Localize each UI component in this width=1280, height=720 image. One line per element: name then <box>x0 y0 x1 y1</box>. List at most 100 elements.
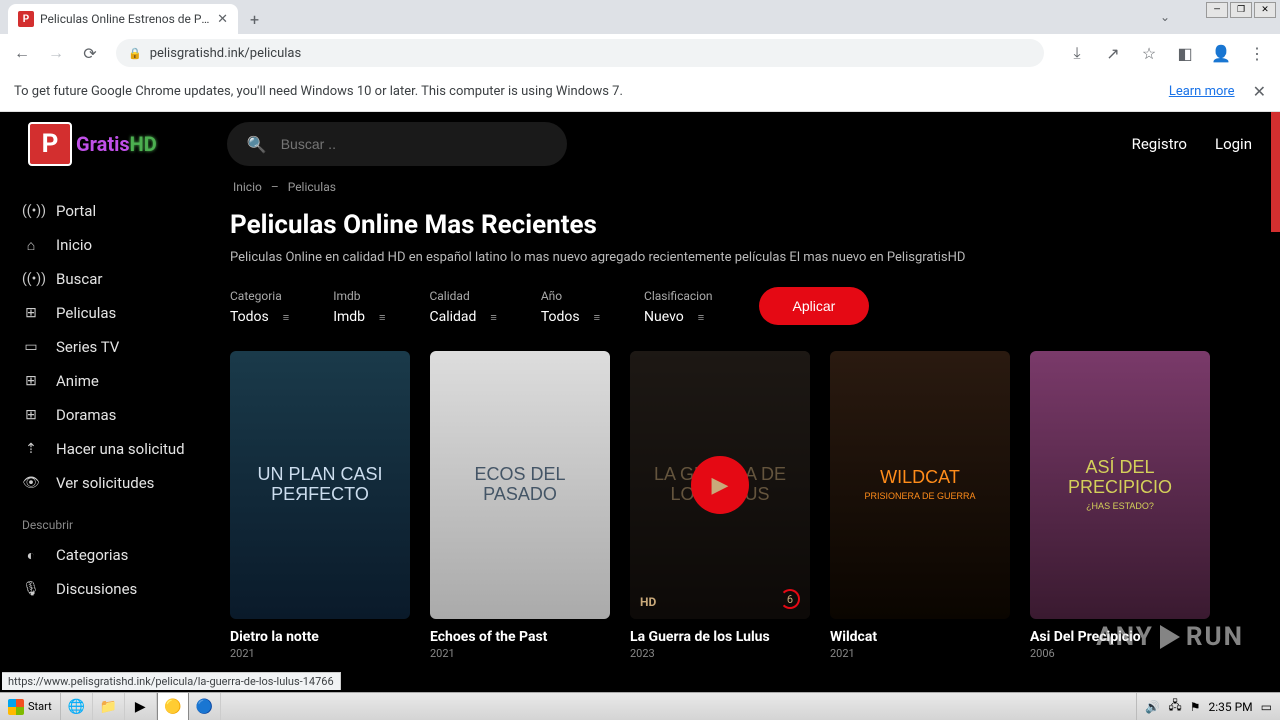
movie-poster[interactable]: UN PLAN CASI PEЯFECTO <box>230 351 410 619</box>
sidebar-icon: ▭ <box>22 339 40 355</box>
movie-title[interactable]: Echoes of the Past <box>430 629 610 645</box>
sidepanel-icon[interactable]: ◧ <box>1170 39 1200 67</box>
movie-poster[interactable]: ECOS DEL PASADO <box>430 351 610 619</box>
maximize-button[interactable]: ❐ <box>1230 2 1252 18</box>
minimize-button[interactable]: — <box>1206 2 1228 18</box>
learn-more-link[interactable]: Learn more <box>1169 84 1235 99</box>
sidebar-item[interactable]: ((•))Portal <box>22 194 230 228</box>
movie-poster[interactable]: ASÍ DEL PRECIPICIO¿HAS ESTADO? <box>1030 351 1210 619</box>
taskbar-chrome-icon[interactable]: 🟡 <box>157 693 189 720</box>
sidebar-label: Portal <box>56 202 96 220</box>
movie-card: ECOS DEL PASADOEchoes of the Past 2021 <box>430 351 610 660</box>
sort-icon: ≡ <box>698 311 702 324</box>
bookmark-icon[interactable]: ☆ <box>1134 39 1164 67</box>
filter: Clasificacion Nuevo≡ <box>644 289 713 325</box>
sidebar-item[interactable]: ⊞ Anime <box>22 364 230 398</box>
page-content: P GratisHD 🔍 Registro Login ((•))Portal⌂… <box>0 112 1280 692</box>
page-subtitle: Peliculas Online en calidad HD en españo… <box>230 250 1252 265</box>
menu-icon[interactable]: ⋮ <box>1242 39 1272 67</box>
install-app-icon[interactable]: ⤓ <box>1062 39 1092 67</box>
movie-title[interactable]: La Guerra de los Lulus <box>630 629 810 645</box>
sidebar-item[interactable]: ▭ Series TV <box>22 330 230 364</box>
windows-logo-icon <box>8 699 24 715</box>
sidebar-item[interactable]: ⊞Doramas <box>22 398 230 432</box>
start-button[interactable]: Start <box>0 693 61 720</box>
site-logo[interactable]: P GratisHD <box>28 122 157 166</box>
sidebar-label: Inicio <box>56 236 92 254</box>
close-window-button[interactable]: ✕ <box>1254 2 1276 18</box>
filter-label: Clasificacion <box>644 289 713 303</box>
tabs-dropdown-icon[interactable]: ⌄ <box>1160 10 1170 24</box>
movie-card: LA GUERRA DE LOS LULUS▶HD6 La Guerra de l… <box>630 351 810 660</box>
taskbar-media-icon[interactable]: ▶ <box>125 693 157 720</box>
taskbar-ie-icon[interactable]: 🌐 <box>61 693 93 720</box>
login-link[interactable]: Login <box>1215 135 1252 153</box>
movie-title[interactable]: Dietro la notte <box>230 629 410 645</box>
sidebar-icon: ⌂ <box>22 237 40 254</box>
forward-button[interactable]: → <box>42 39 70 67</box>
filter-dropdown[interactable]: Todos≡ <box>541 309 598 325</box>
search-input[interactable] <box>281 136 547 152</box>
tray-flag-icon[interactable]: ⚑ <box>1190 700 1201 714</box>
window-controls: — ❐ ✕ <box>1206 2 1276 18</box>
play-icon[interactable]: ▶ <box>691 456 749 514</box>
sidebar-label: Anime <box>56 372 99 390</box>
movie-poster[interactable]: LA GUERRA DE LOS LULUS▶HD6 <box>630 351 810 619</box>
search-box[interactable]: 🔍 <box>227 122 567 166</box>
filter-label: Calidad <box>429 289 494 303</box>
favicon: P <box>18 11 34 27</box>
filter-label: Imdb <box>333 289 383 303</box>
info-bar-message: To get future Google Chrome updates, you… <box>14 84 623 99</box>
status-bar-url: https://www.pelisgratishd.ink/pelicula/l… <box>2 672 341 690</box>
filter-dropdown[interactable]: Nuevo≡ <box>644 309 713 325</box>
sidebar-item[interactable]: ((•))Buscar <box>22 262 230 296</box>
back-button[interactable]: ← <box>8 39 36 67</box>
info-bar-close-icon[interactable]: ✕ <box>1253 82 1266 101</box>
breadcrumb-home[interactable]: Inicio <box>233 180 262 194</box>
browser-tab-strip: P Peliculas Online Estrenos de Pelicula … <box>0 0 1280 34</box>
movie-year: 2021 <box>830 647 1010 660</box>
sidebar-icon: 👁 <box>22 475 40 491</box>
sidebar-item[interactable]: 👁Ver solicitudes <box>22 466 230 500</box>
tray-volume-icon[interactable]: 🔊 <box>1145 700 1160 714</box>
tab-title: Peliculas Online Estrenos de Pelicula <box>40 12 211 26</box>
filter-dropdown[interactable]: Imdb≡ <box>333 309 383 325</box>
tab-close-icon[interactable]: ✕ <box>217 12 228 27</box>
reload-button[interactable]: ⟳ <box>76 39 104 67</box>
sidebar-icon: ((•)) <box>22 271 40 287</box>
register-link[interactable]: Registro <box>1132 135 1187 153</box>
poster-art-text: UN PLAN CASI PEЯFECTO <box>230 465 410 505</box>
sidebar: ((•))Portal⌂Inicio((•))Buscar⊞Peliculas▭… <box>0 176 230 692</box>
main-content: Inicio – Peliculas Peliculas Online Mas … <box>230 176 1280 692</box>
sidebar-item[interactable]: ⊞Peliculas <box>22 296 230 330</box>
sidebar-label: Discusiones <box>56 580 137 598</box>
count-badge: 6 <box>780 589 800 609</box>
sidebar-item[interactable]: 🎙Discusiones <box>22 572 230 606</box>
sidebar-item[interactable]: ⇡Hacer una solicitud <box>22 432 230 466</box>
apply-button[interactable]: Aplicar <box>759 287 870 325</box>
filter-dropdown[interactable]: Calidad≡ <box>429 309 494 325</box>
taskbar-explorer-icon[interactable]: 📁 <box>93 693 125 720</box>
taskbar-edge-icon[interactable]: 🔵 <box>189 693 221 720</box>
movie-title[interactable]: Wildcat <box>830 629 1010 645</box>
url-field[interactable]: 🔒 pelisgratishd.ink/peliculas <box>116 39 1044 67</box>
logo-icon: P <box>28 122 72 166</box>
share-icon[interactable]: ↗ <box>1098 39 1128 67</box>
sidebar-item[interactable]: ◐Categorias <box>22 538 230 572</box>
filter-dropdown[interactable]: Todos≡ <box>230 309 287 325</box>
browser-tab[interactable]: P Peliculas Online Estrenos de Pelicula … <box>8 4 238 34</box>
sidebar-icon: ⊞ <box>22 373 40 389</box>
sidebar-label: Series TV <box>56 338 119 356</box>
scrollbar[interactable] <box>1271 112 1280 232</box>
tray-show-desktop[interactable]: ▭ <box>1261 700 1272 714</box>
sidebar-item[interactable]: ⌂ Inicio <box>22 228 230 262</box>
movie-title[interactable]: Asi Del Precipicio <box>1030 629 1210 645</box>
new-tab-button[interactable]: + <box>238 4 271 34</box>
tray-network-icon[interactable]: 🖧 <box>1168 696 1181 717</box>
profile-icon[interactable]: 👤 <box>1206 39 1236 67</box>
tray-clock[interactable]: 2:35 PM <box>1208 700 1252 714</box>
address-bar: ← → ⟳ 🔒 pelisgratishd.ink/peliculas ⤓ ↗ … <box>0 34 1280 72</box>
page-title: Peliculas Online Mas Recientes <box>230 210 1252 240</box>
movie-poster[interactable]: WILDCATPRISIONERA DE GUERRA <box>830 351 1010 619</box>
site-header: P GratisHD 🔍 Registro Login <box>0 112 1280 176</box>
